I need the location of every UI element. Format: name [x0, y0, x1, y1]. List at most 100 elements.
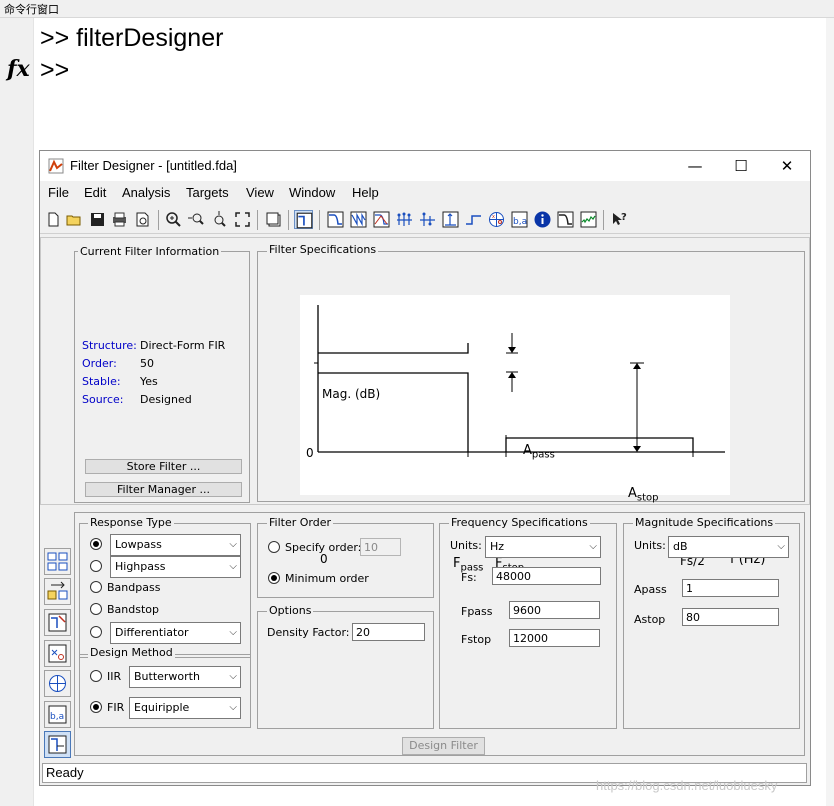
apass-input[interactable]: 1 — [682, 579, 779, 597]
phase-delay-icon[interactable] — [418, 210, 437, 229]
zoom-y-icon[interactable] — [210, 210, 229, 229]
highpass-radio[interactable] — [90, 560, 102, 572]
print-icon[interactable] — [110, 210, 129, 229]
coefficient-view-button[interactable]: b,a — [44, 701, 71, 728]
astop-input[interactable]: 80 — [682, 608, 779, 626]
stable-value: Yes — [140, 375, 158, 388]
magnitude-response-icon[interactable] — [326, 210, 345, 229]
multirate-design-button[interactable] — [44, 670, 71, 697]
toolbar-separator — [288, 210, 289, 230]
zoom-x-icon[interactable] — [187, 210, 206, 229]
fstop-input[interactable]: 12000 — [509, 629, 600, 647]
magnitude-specs-title: Magnitude Specifications — [633, 516, 776, 529]
menu-file[interactable]: File — [48, 185, 69, 200]
new-figure-icon[interactable] — [264, 210, 283, 229]
structure-label: Structure: — [82, 339, 137, 352]
astop-letter: A — [628, 486, 637, 501]
menu-view[interactable]: View — [246, 185, 274, 200]
menu-analysis[interactable]: Analysis — [122, 185, 170, 200]
filter-specs-icon[interactable] — [294, 210, 313, 229]
svg-text:x: x — [492, 214, 495, 220]
filter-order-panel — [257, 523, 434, 598]
toolbar-separator — [319, 210, 320, 230]
watermark-text: https://blog.csdn.net/luobluesky — [596, 778, 778, 793]
response-type-title: Response Type — [88, 516, 174, 529]
fx-function-browser-icon[interactable]: fx — [7, 56, 30, 82]
save-icon[interactable] — [88, 210, 107, 229]
lowpass-dropdown-value: Lowpass — [115, 538, 162, 551]
mag-units-dropdown[interactable]: dB ⌵ — [668, 536, 789, 558]
print-preview-icon[interactable] — [133, 210, 152, 229]
mag-phase-icon[interactable] — [372, 210, 391, 229]
menu-help[interactable]: Help — [352, 185, 379, 200]
transform-filter-button[interactable] — [44, 548, 71, 575]
chevron-down-icon: ⌵ — [229, 702, 237, 713]
minimum-order-radio[interactable] — [268, 572, 280, 584]
chevron-down-icon: ⌵ — [229, 671, 237, 682]
close-button[interactable]: ✕ — [764, 151, 810, 181]
fs-diagram-y0: 0 — [306, 446, 314, 460]
import-filter-button[interactable] — [44, 609, 71, 636]
mag-units-value: dB — [673, 540, 688, 553]
astop-label: Astop — [634, 613, 666, 626]
command-prompt[interactable]: >> — [40, 56, 69, 85]
filter-manager-button[interactable]: Filter Manager ... — [85, 482, 242, 497]
density-factor-input[interactable]: 20 — [352, 623, 425, 641]
fir-method-dropdown[interactable]: Equiripple ⌵ — [129, 697, 241, 719]
group-delay-icon[interactable] — [395, 210, 414, 229]
fir-radio[interactable] — [90, 701, 102, 713]
realize-model-button[interactable] — [44, 578, 71, 605]
highpass-dropdown-value: Highpass — [115, 560, 166, 573]
new-file-icon[interactable] — [44, 210, 63, 229]
fir-label: FIR — [107, 701, 125, 714]
fir-method-value: Equiripple — [134, 701, 190, 714]
fs-input[interactable]: 48000 — [492, 567, 601, 585]
lowpass-dropdown[interactable]: Lowpass ⌵ — [110, 534, 241, 556]
menu-edit[interactable]: Edit — [84, 185, 106, 200]
chevron-down-icon: ⌵ — [229, 627, 237, 638]
svg-text:?: ? — [621, 212, 627, 223]
source-value: Designed — [140, 393, 192, 406]
full-view-icon[interactable] — [233, 210, 252, 229]
freq-units-dropdown[interactable]: Hz ⌵ — [485, 536, 601, 558]
design-filter-button[interactable]: Design Filter — [402, 737, 485, 755]
specify-order-input[interactable]: 10 — [360, 538, 401, 556]
bandstop-label: Bandstop — [107, 603, 159, 616]
command-window-title: 命令行窗口 — [0, 0, 834, 18]
menu-window[interactable]: Window — [289, 185, 335, 200]
lowpass-radio[interactable] — [90, 538, 102, 550]
minimize-button[interactable]: — — [672, 151, 718, 181]
density-factor-label: Density Factor: — [267, 626, 350, 639]
zoom-in-icon[interactable] — [164, 210, 183, 229]
menu-targets[interactable]: Targets — [186, 185, 229, 200]
order-label: Order: — [82, 357, 117, 370]
whats-this-icon[interactable]: ? — [610, 210, 629, 229]
coefficients-icon[interactable]: b,a — [510, 210, 529, 229]
pole-zero-icon[interactable]: x — [487, 210, 506, 229]
highpass-dropdown[interactable]: Highpass ⌵ — [110, 556, 241, 578]
maximize-button[interactable]: ☐ — [718, 151, 764, 181]
differentiator-radio[interactable] — [90, 626, 102, 638]
svg-text:b,a: b,a — [513, 217, 527, 227]
iir-method-dropdown[interactable]: Butterworth ⌵ — [129, 666, 241, 688]
specify-order-radio[interactable] — [268, 541, 280, 553]
open-file-icon[interactable] — [65, 210, 84, 229]
impulse-response-icon[interactable] — [441, 210, 460, 229]
window-titlebar: Filter Designer - [untitled.fda] — ☐ ✕ — [40, 151, 810, 181]
phase-response-icon[interactable] — [349, 210, 368, 229]
bandstop-radio[interactable] — [90, 603, 102, 615]
design-filter-view-button[interactable] — [44, 731, 71, 758]
info-icon[interactable] — [533, 210, 552, 229]
designer-content: Current Filter Information Structure: Di… — [40, 237, 810, 758]
store-filter-button[interactable]: Store Filter ... — [85, 459, 242, 474]
bandpass-radio[interactable] — [90, 581, 102, 593]
apass-label: Apass — [634, 583, 667, 596]
fpass-input[interactable]: 9600 — [509, 601, 600, 619]
noise-power-icon[interactable] — [579, 210, 598, 229]
apass-subscript: pass — [531, 449, 555, 461]
step-response-icon[interactable] — [464, 210, 483, 229]
magnitude-estimate-icon[interactable] — [556, 210, 575, 229]
differentiator-dropdown[interactable]: Differentiator ⌵ — [110, 622, 241, 644]
pole-zero-editor-button[interactable] — [44, 640, 71, 667]
iir-radio[interactable] — [90, 670, 102, 682]
